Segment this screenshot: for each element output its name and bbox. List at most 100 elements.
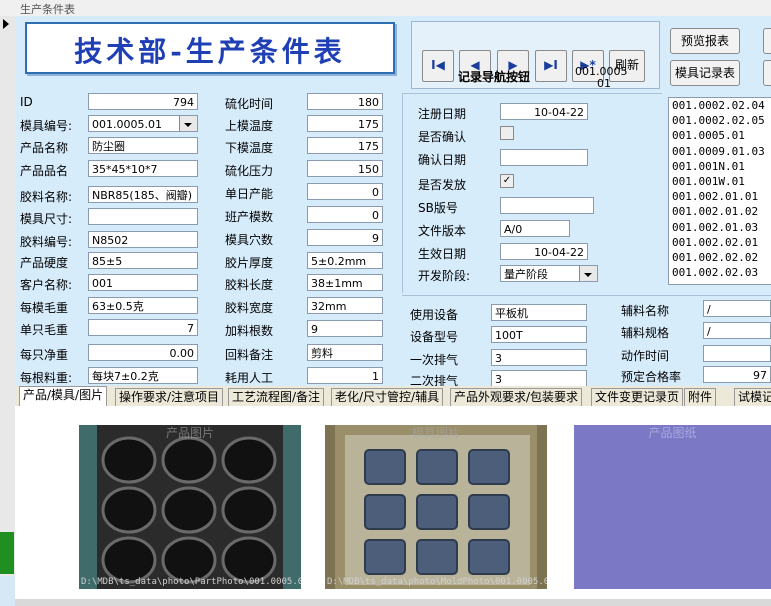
field-label: 模具尺寸: [20, 212, 73, 226]
field-value: 0.00 [169, 347, 195, 360]
text-field[interactable]: 9 [307, 320, 383, 337]
text-field[interactable]: 9 [307, 229, 383, 246]
text-field[interactable]: 剪料 [307, 344, 383, 361]
mold-list[interactable]: 001.0002.02.04 001.0002.02.05 001.0005.01 0… [668, 97, 771, 285]
confirm-date-label: 确认日期 [418, 153, 467, 167]
tab-5[interactable]: 文件变更记录页 [591, 388, 684, 406]
text-field[interactable]: 0 [307, 206, 383, 223]
record-nav-label: 记录导航按钮 [458, 70, 531, 84]
list-item[interactable]: 001.002.02.01 [669, 235, 771, 250]
text-field[interactable]: 38±1mm [307, 274, 383, 291]
doc-version-field[interactable]: A/0 [500, 220, 570, 237]
list-item[interactable]: 001.002.01.01 [669, 189, 771, 204]
chevron-down-icon[interactable] [179, 116, 197, 131]
text-field[interactable]: 7 [88, 319, 198, 336]
text-field[interactable]: 3 [491, 349, 587, 366]
text-field[interactable]: 防尘圈 [88, 137, 198, 154]
list-item[interactable]: 001.0002.02.05 [669, 113, 771, 128]
text-field[interactable]: 175 [307, 115, 383, 132]
mold-photo: 模具图片 D:\MDB\ts_data\photo\MoldPhoto\001.… [325, 425, 547, 589]
tab-4[interactable]: 产品外观要求/包装要求 [450, 388, 583, 406]
list-item[interactable]: 001.0009.01.03 [669, 144, 771, 159]
mold-cavity [416, 539, 458, 575]
text-field[interactable]: 63±0.5克 [88, 297, 198, 314]
register-date-field[interactable]: 10-04-22 [500, 103, 588, 120]
field-label: 胶料长度 [225, 278, 274, 292]
mold-photo-path: D:\MDB\ts_data\photo\MoldPhoto\001.0005.… [327, 577, 547, 587]
field-label: 每根料重: [20, 371, 73, 385]
text-field[interactable]: 001 [88, 274, 198, 291]
list-item[interactable]: 001.001N.01 [669, 159, 771, 174]
text-field[interactable]: 97 [703, 366, 771, 383]
text-field[interactable]: 85±5 [88, 252, 198, 269]
product-photo-path: D:\MDB\ts_data\photo\PartPhoto\001.0005.… [81, 577, 301, 587]
text-field[interactable]: 0 [307, 183, 383, 200]
mold-record-button[interactable]: 模具记录表 [670, 60, 740, 86]
text-field[interactable]: / [703, 322, 771, 339]
text-field[interactable]: 100T [491, 326, 587, 343]
chevron-down-icon[interactable] [579, 266, 597, 281]
extra-button-1[interactable] [763, 28, 771, 54]
list-item[interactable]: 001.002.01.03 [669, 220, 771, 235]
field-value: 175 [358, 118, 379, 131]
text-field[interactable]: 794 [88, 93, 198, 110]
field-value: 0 [372, 186, 379, 199]
text-field[interactable]: 平板机 [491, 304, 587, 321]
text-field[interactable]: 35*45*10*7 [88, 160, 198, 177]
seal-part [221, 436, 277, 484]
list-item[interactable]: 001.001W.01 [669, 174, 771, 189]
text-field[interactable]: NBR85(185、阀瓣) [88, 186, 198, 203]
effective-date-label: 生效日期 [418, 247, 467, 261]
text-field[interactable]: 1 [307, 367, 383, 384]
field-label: 模具编号: [20, 119, 73, 133]
effective-date-field[interactable]: 10-04-22 [500, 243, 588, 260]
tab-2[interactable]: 工艺流程图/备注 [228, 388, 325, 406]
field-value: 32mm [311, 300, 347, 313]
tab-1[interactable]: 操作要求/注意项目 [115, 388, 224, 406]
horizontal-scrollbar[interactable] [15, 599, 771, 606]
list-item[interactable]: 001.0002.02.04 [669, 98, 771, 113]
tab-6[interactable]: 附件 [684, 388, 717, 406]
field-label: 班产模数 [225, 210, 274, 224]
seal-part [161, 536, 217, 584]
field-value: 剪料 [311, 347, 333, 360]
text-field[interactable]: 32mm [307, 297, 383, 314]
list-item[interactable]: 001.002.02.03 [669, 265, 771, 280]
text-field[interactable]: 每块7±0.2克 [88, 367, 198, 384]
text-field[interactable] [703, 345, 771, 362]
text-field[interactable]: 3 [491, 370, 587, 387]
text-field[interactable]: 0.00 [88, 344, 198, 361]
list-item[interactable]: 001.0005.01 [669, 128, 771, 143]
list-item[interactable]: 001.002.01.02 [669, 204, 771, 219]
text-field[interactable]: 5±0.2mm [307, 252, 383, 269]
last-record-button[interactable]: ▶I [535, 50, 567, 82]
extra-button-2[interactable] [763, 60, 771, 86]
list-item[interactable]: 001.002.02.02 [669, 250, 771, 265]
first-record-button[interactable]: I◀ [422, 50, 454, 82]
text-field[interactable]: 001.0005.01 [88, 115, 198, 132]
tab-0[interactable]: 产品/模具/图片 [19, 386, 108, 407]
field-label: 模具穴数 [225, 233, 274, 247]
confirmed-checkbox[interactable] [500, 126, 514, 140]
tab-7[interactable]: 试模记 [734, 388, 771, 406]
taskbar-tab[interactable] [0, 532, 14, 574]
sb-no-field[interactable] [500, 197, 594, 214]
current-record-icon [3, 19, 9, 29]
text-field[interactable]: 150 [307, 160, 383, 177]
text-field[interactable]: N8502 [88, 231, 198, 248]
text-field[interactable] [88, 208, 198, 225]
record-selector[interactable] [0, 16, 16, 576]
text-field[interactable]: / [703, 300, 771, 317]
dev-stage-select[interactable]: 量产阶段 [500, 265, 598, 282]
field-value: / [707, 325, 711, 338]
text-field[interactable]: 175 [307, 137, 383, 154]
product-photo-caption: 产品图片 [165, 426, 214, 440]
preview-report-button[interactable]: 预览报表 [670, 28, 740, 54]
tab-3[interactable]: 老化/尺寸管控/辅具 [331, 388, 444, 406]
product-photo: 产品图片 D:\MDB\ts_data\photo\PartPhoto\001.… [79, 425, 301, 589]
text-field[interactable]: 180 [307, 93, 383, 110]
field-label: 胶片厚度 [225, 256, 274, 270]
released-checkbox[interactable]: ✓ [500, 174, 514, 188]
field-value: N8502 [92, 234, 129, 247]
confirm-date-field[interactable] [500, 149, 588, 166]
